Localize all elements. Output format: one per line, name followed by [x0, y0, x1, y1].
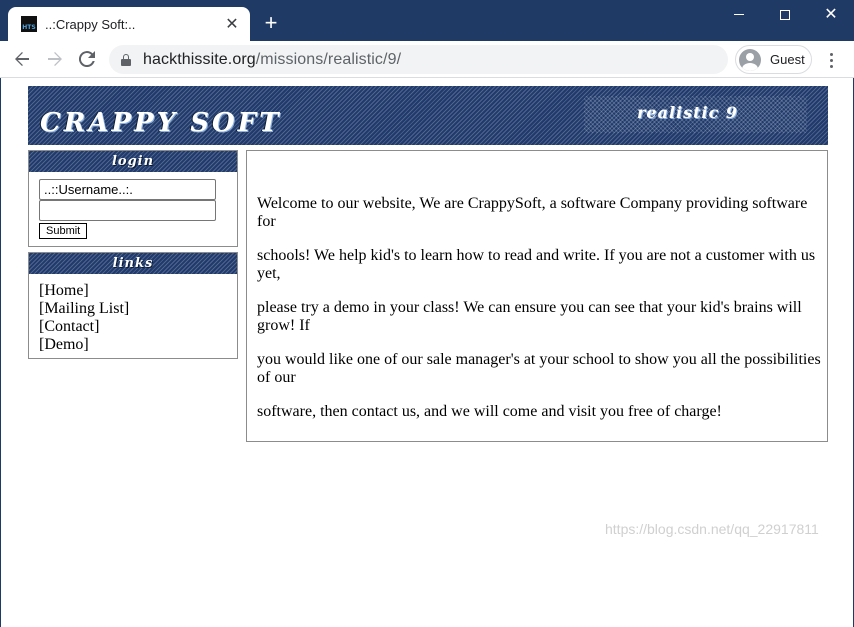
- content-paragraph: schools! We help kid's to learn how to r…: [257, 247, 816, 282]
- reload-button[interactable]: [73, 45, 101, 73]
- login-heading: login: [29, 151, 237, 172]
- forward-arrow-icon: [48, 52, 62, 66]
- content-paragraph: Welcome to our website, We are CrappySof…: [257, 195, 808, 230]
- new-tab-button[interactable]: +: [259, 11, 283, 35]
- url-domain: hackthissite.org: [143, 50, 256, 68]
- avatar-icon: [739, 48, 761, 71]
- profile-button[interactable]: Guest: [735, 45, 812, 74]
- close-icon: ✕: [824, 5, 838, 23]
- submit-button[interactable]: Submit: [39, 223, 88, 239]
- maximize-icon: [780, 9, 790, 20]
- url-text: hackthissite.org/missions/realistic/9/: [143, 51, 401, 69]
- browser-menu-button[interactable]: [819, 46, 843, 74]
- browser-tab[interactable]: HTS ..:Crappy Soft:.. ✕: [8, 7, 250, 41]
- link-mailing-list[interactable]: [Mailing List]: [39, 300, 129, 318]
- content-paragraph: please try a demo in your class! We can …: [257, 299, 802, 334]
- address-bar[interactable]: hackthissite.org/missions/realistic/9/: [109, 45, 728, 74]
- tab-close-icon[interactable]: ✕: [222, 14, 242, 34]
- window-maximize-button[interactable]: [762, 0, 808, 29]
- content-paragraph: software, then contact us, and we will c…: [257, 403, 722, 420]
- site-favicon-icon: HTS: [21, 16, 37, 32]
- lock-icon[interactable]: [121, 53, 131, 66]
- main-content: Welcome to our website, We are CrappySof…: [246, 150, 828, 442]
- links-panel: links [Home] [Mailing List] [Contact] [D…: [28, 252, 238, 359]
- back-button[interactable]: [8, 45, 36, 73]
- content-paragraph: you would like one of our sale manager's…: [257, 351, 821, 386]
- url-path: /missions/realistic/9/: [255, 50, 402, 68]
- page-viewport: CRAPPY SOFT realistic 9 login Submit lin…: [0, 78, 854, 627]
- banner-title: CRAPPY SOFT: [40, 108, 282, 138]
- watermark-text: https://blog.csdn.net/qq_22917811: [605, 521, 819, 537]
- browser-tab-strip: HTS ..:Crappy Soft:.. ✕ + ✕: [0, 0, 854, 41]
- tab-title: ..:Crappy Soft:..: [45, 16, 136, 32]
- minimize-icon: [734, 14, 744, 15]
- username-input[interactable]: [39, 179, 216, 200]
- link-home[interactable]: [Home]: [39, 282, 129, 300]
- links-heading: links: [29, 253, 237, 274]
- window-minimize-button[interactable]: [716, 0, 762, 29]
- browser-toolbar: hackthissite.org/missions/realistic/9/ G…: [0, 41, 854, 78]
- site-banner: CRAPPY SOFT realistic 9: [28, 86, 828, 145]
- password-input[interactable]: [39, 200, 216, 221]
- forward-button[interactable]: [41, 45, 69, 73]
- back-arrow-icon: [15, 52, 29, 66]
- reload-icon: [79, 51, 95, 67]
- login-panel: login Submit: [28, 150, 238, 247]
- window-close-button[interactable]: ✕: [808, 0, 854, 29]
- link-contact[interactable]: [Contact]: [39, 318, 129, 336]
- link-demo[interactable]: [Demo]: [39, 336, 129, 354]
- links-list: [Home] [Mailing List] [Contact] [Demo]: [39, 282, 129, 354]
- banner-subtitle: realistic 9: [637, 103, 739, 122]
- profile-label: Guest: [770, 52, 805, 67]
